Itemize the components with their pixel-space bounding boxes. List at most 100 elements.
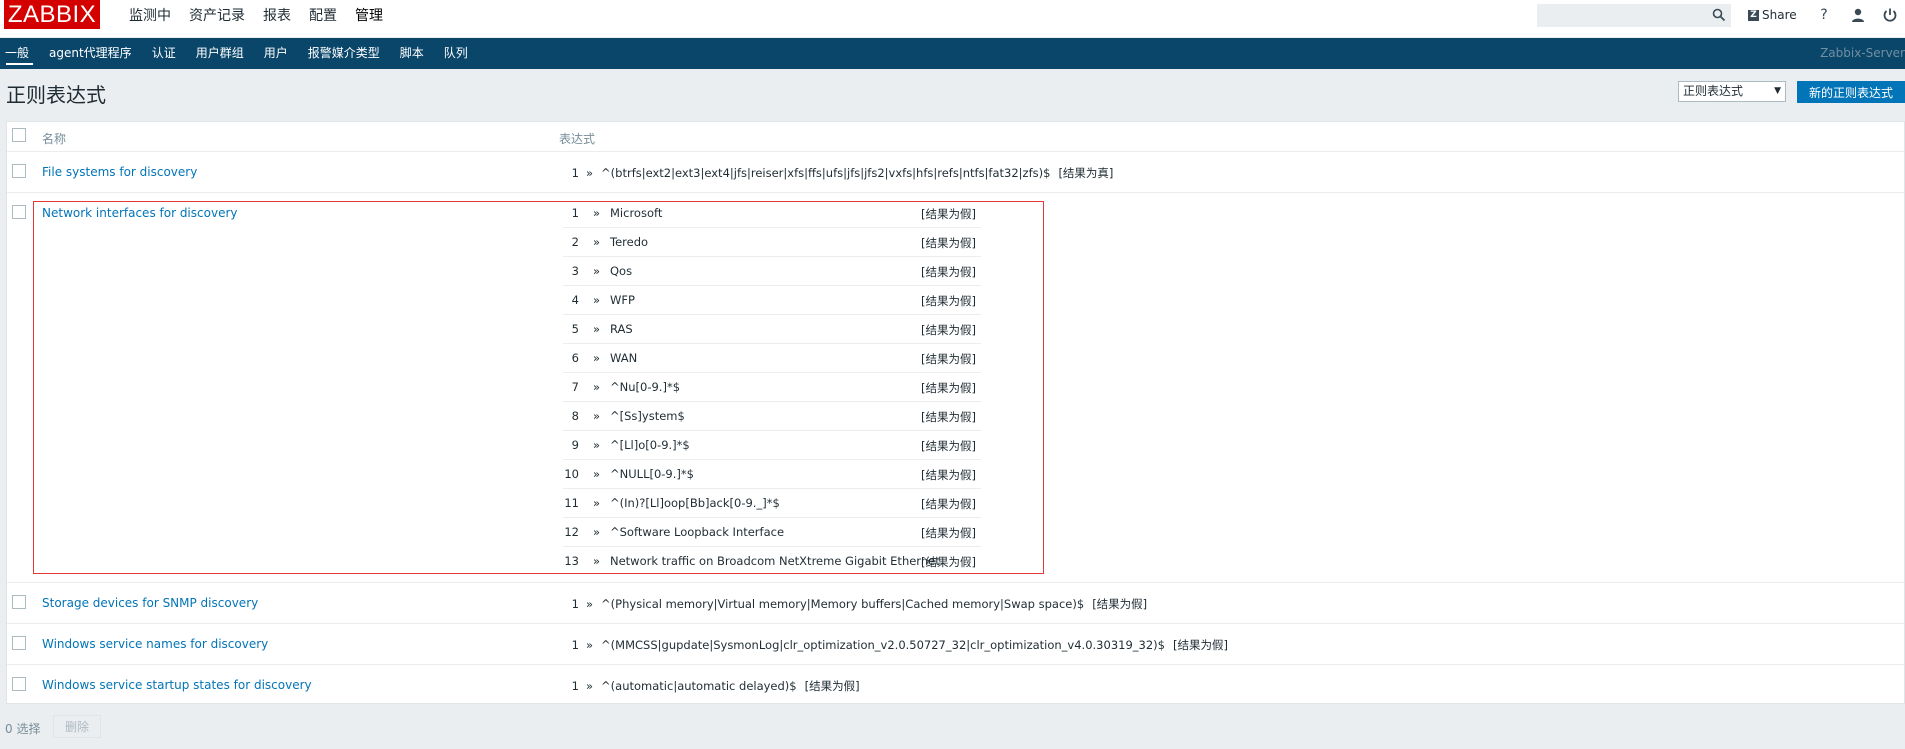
search-box	[1537, 4, 1731, 27]
share-link[interactable]: Z Share	[1748, 8, 1797, 22]
row-checkbox[interactable]	[12, 677, 26, 691]
expression-item: 13 » Network traffic on Broadcom NetXtreme…	[563, 546, 981, 575]
column-header-expression: 表达式	[559, 132, 596, 146]
expression-result: [结果为假]	[921, 294, 976, 308]
expression-number: 13	[564, 554, 579, 568]
column-header-name[interactable]: 名称	[42, 130, 66, 147]
row-checkbox[interactable]	[12, 164, 26, 178]
expression-pattern: ^NULL[0-9.]*$	[610, 467, 694, 481]
sub-nav-authentication[interactable]: 认证	[142, 38, 186, 69]
regexp-table: 名称 表达式 File systems for discovery 1 » ^(bt…	[6, 121, 1905, 704]
expression-result: [结果为假]	[921, 497, 976, 511]
expression-result: [结果为真]	[1058, 166, 1114, 180]
section-select[interactable]: 正则表达式 ▼	[1678, 81, 1786, 102]
regexp-name-link[interactable]: File systems for discovery	[42, 165, 197, 179]
expression-result: [结果为假]	[804, 679, 860, 693]
dropdown-arrow-icon: ▼	[1774, 86, 1781, 96]
regexp-name-link[interactable]: Storage devices for SNMP discovery	[42, 596, 258, 610]
expression-pattern: ^(Physical memory|Virtual memory|Memory …	[601, 597, 1085, 611]
help-icon[interactable]: ?	[1816, 7, 1832, 23]
expression-item: 7 » ^Nu[0-9.]*$ [结果为假]	[563, 372, 981, 402]
search-icon[interactable]	[1712, 8, 1726, 22]
expression-item: 3 » Qos [结果为假]	[563, 256, 981, 286]
table-row: Windows service names for discovery 1 » ^(…	[7, 624, 1904, 665]
zabbix-logo[interactable]: ZABBIX	[4, 0, 100, 29]
main-nav-administration[interactable]: 管理	[346, 0, 392, 37]
expression-result: [结果为假]	[921, 265, 976, 279]
expression-item: 11 » ^(In)?[Ll]oop[Bb]ack[0-9._]*$ [结果为假]	[563, 488, 981, 518]
main-nav-reports[interactable]: 报表	[254, 0, 300, 37]
sub-nav-proxies[interactable]: agent代理程序	[39, 38, 142, 69]
main-nav-monitoring[interactable]: 监测中	[120, 0, 180, 37]
expression-pattern: ^(automatic|automatic delayed)$	[601, 679, 797, 693]
expression-pattern: Teredo	[610, 235, 649, 249]
expression-number: 6	[571, 351, 579, 365]
expression-pattern: Qos	[610, 264, 633, 278]
expression-number: 9	[571, 438, 579, 452]
arrow-icon: »	[593, 235, 601, 249]
expression-result: [结果为假]	[921, 468, 976, 482]
main-nav: 监测中 资产记录 报表 配置 管理	[120, 0, 392, 37]
table-header: 名称 表达式	[7, 122, 1904, 152]
sub-nav: 一般 agent代理程序 认证 用户群组 用户 报警媒介类型 脚本 队列 Zab…	[0, 38, 1905, 69]
expression-number: 1	[571, 166, 579, 180]
main-nav-inventory[interactable]: 资产记录	[180, 0, 254, 37]
expression-result: [结果为假]	[1092, 597, 1148, 611]
expression-pattern: ^(MMCSS|gupdate|SysmonLog|clr_optimizati…	[601, 638, 1165, 652]
expression-pattern: RAS	[610, 322, 633, 336]
expression-number: 1	[571, 638, 579, 652]
row-checkbox[interactable]	[12, 205, 26, 219]
new-regexp-button[interactable]: 新的正则表达式	[1797, 81, 1905, 103]
zabbix-share-icon: Z	[1748, 9, 1759, 21]
main-nav-configuration[interactable]: 配置	[300, 0, 346, 37]
expression-item: 1 » ^(MMCSS|gupdate|SysmonLog|clr_optimiza…	[563, 637, 1228, 653]
sub-nav-user-groups[interactable]: 用户群组	[186, 38, 254, 69]
expression-item: 5 » RAS [结果为假]	[563, 314, 981, 344]
user-profile-icon[interactable]	[1850, 7, 1866, 23]
expression-number: 3	[571, 264, 579, 278]
select-all-checkbox[interactable]	[12, 128, 26, 142]
arrow-icon: »	[593, 351, 601, 365]
sign-out-icon[interactable]	[1882, 7, 1898, 23]
sub-nav-general[interactable]: 一般	[0, 38, 39, 69]
search-input[interactable]	[1538, 5, 1710, 27]
expression-item: 1 » ^(automatic|automatic delayed)$ [结果为假]	[563, 678, 860, 694]
expression-pattern: ^(In)?[Ll]oop[Bb]ack[0-9._]*$	[610, 496, 780, 510]
regexp-name-link[interactable]: Windows service startup states for disco…	[42, 678, 312, 692]
arrow-icon: »	[593, 264, 601, 278]
expression-number: 1	[571, 597, 579, 611]
expression-item: 1 » ^(btrfs|ext2|ext3|ext4|jfs|reiser|xfs|…	[563, 165, 1114, 181]
sub-nav-queue[interactable]: 队列	[434, 38, 478, 69]
arrow-icon: »	[586, 679, 594, 693]
expression-result: [结果为假]	[921, 439, 976, 453]
expression-pattern: Microsoft	[610, 206, 663, 220]
arrow-icon: »	[593, 525, 601, 539]
expression-number: 10	[564, 467, 579, 481]
sub-nav-scripts[interactable]: 脚本	[390, 38, 434, 69]
expression-number: 4	[571, 293, 579, 307]
page-title: 正则表达式	[6, 83, 106, 107]
expression-pattern: WFP	[610, 293, 635, 307]
expression-number: 2	[571, 235, 579, 249]
arrow-icon: »	[586, 166, 594, 180]
regexp-name-link[interactable]: Network interfaces for discovery	[42, 206, 237, 220]
expression-item: 1 » Microsoft [结果为假]	[563, 198, 981, 228]
arrow-icon: »	[593, 206, 601, 220]
expression-number: 12	[564, 525, 579, 539]
row-checkbox[interactable]	[12, 636, 26, 650]
arrow-icon: »	[586, 638, 594, 652]
table-row: Windows service startup states for disco…	[7, 665, 1904, 704]
row-checkbox[interactable]	[12, 595, 26, 609]
sub-nav-users[interactable]: 用户	[254, 38, 298, 69]
regexp-name-link[interactable]: Windows service names for discovery	[42, 637, 268, 651]
expression-item: 1 » ^(Physical memory|Virtual memory|Memor…	[563, 596, 1148, 612]
expression-item: 6 » WAN [结果为假]	[563, 343, 981, 373]
expression-result: [结果为假]	[921, 410, 976, 424]
server-name: Zabbix-Server	[1820, 46, 1905, 60]
delete-button[interactable]: 删除	[53, 715, 101, 738]
table-row: Network interfaces for discovery 1 » Micro…	[7, 193, 1904, 583]
sub-nav-media-types[interactable]: 报警媒介类型	[298, 38, 390, 69]
expression-number: 1	[571, 206, 579, 220]
expression-pattern: WAN	[610, 351, 638, 365]
arrow-icon: »	[593, 409, 601, 423]
